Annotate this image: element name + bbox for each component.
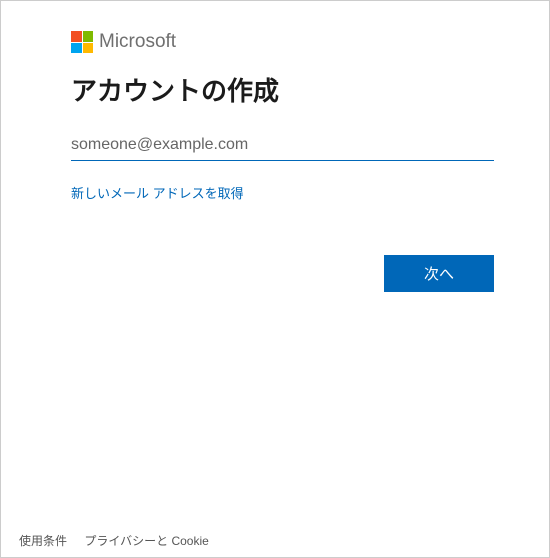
page-title: アカウントの作成 <box>71 71 494 108</box>
brand-name: Microsoft <box>99 31 176 53</box>
terms-link[interactable]: 使用条件 <box>19 534 67 548</box>
new-email-link[interactable]: 新しいメール アドレスを取得 <box>71 183 244 202</box>
privacy-link[interactable]: プライバシーと Cookie <box>84 534 208 548</box>
brand-logo-row: Microsoft <box>71 31 494 53</box>
footer: 使用条件 プライバシーと Cookie <box>19 532 223 549</box>
email-input[interactable] <box>71 130 494 161</box>
next-button[interactable]: 次へ <box>384 255 494 292</box>
microsoft-logo-icon <box>71 31 93 53</box>
